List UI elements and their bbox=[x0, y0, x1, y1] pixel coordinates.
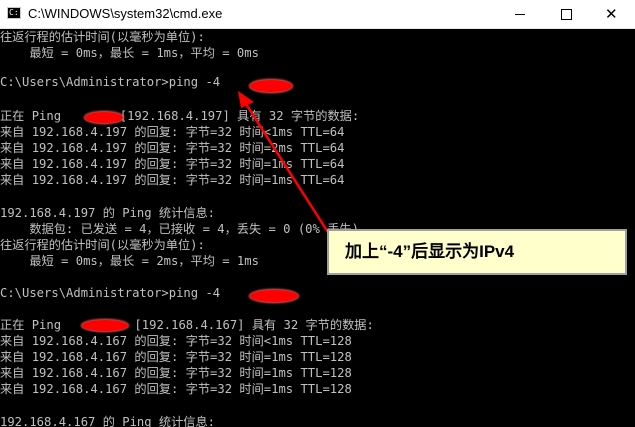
console-line: 往返行程的估计时间(以毫秒为单位): bbox=[0, 238, 205, 252]
console-line: 来自 192.168.4.197 的回复: 字节=32 时间=1ms TTL=6… bbox=[0, 173, 345, 187]
console-line: 往返行程的估计时间(以毫秒为单位): bbox=[0, 30, 205, 44]
redaction-mark bbox=[250, 290, 298, 302]
console-line: 来自 192.168.4.197 的回复: 字节=32 时间=1ms TTL=6… bbox=[0, 157, 345, 171]
close-button[interactable]: ✕ bbox=[589, 0, 635, 29]
maximize-icon bbox=[561, 9, 572, 20]
redaction-mark bbox=[85, 112, 123, 123]
close-icon: ✕ bbox=[605, 5, 618, 23]
console-line: C:\Users\Administrator>ping -4 bbox=[0, 75, 228, 89]
console-line: 来自 192.168.4.167 的回复: 字节=32 时间=1ms TTL=1… bbox=[0, 350, 352, 364]
redaction-mark bbox=[250, 80, 292, 92]
redaction-mark bbox=[82, 320, 128, 331]
title-bar[interactable]: C: C:\WINDOWS\system32\cmd.exe ✕ bbox=[0, 0, 635, 29]
console-output[interactable]: 往返行程的估计时间(以毫秒为单位): 最短 = 0ms，最长 = 1ms，平均 … bbox=[0, 29, 635, 427]
cmd-icon: C: bbox=[7, 7, 21, 19]
console-line: 数据包: 已发送 = 4，已接收 = 4，丢失 = 0 (0% 丢失)， bbox=[0, 222, 372, 236]
cmd-window: C: C:\WINDOWS\system32\cmd.exe ✕ 往返行程的估计… bbox=[0, 0, 635, 427]
console-line: 来自 192.168.4.167 的回复: 字节=32 时间<1ms TTL=1… bbox=[0, 334, 352, 348]
console-line: C:\Users\Administrator>ping -4 bbox=[0, 286, 228, 300]
console-line: 来自 192.168.4.167 的回复: 字节=32 时间=1ms TTL=1… bbox=[0, 366, 352, 380]
console-line: 192.168.4.167 的 Ping 统计信息: bbox=[0, 415, 216, 427]
annotation-text: 加上“-4”后显示为IPv4 bbox=[345, 242, 515, 261]
maximize-button[interactable] bbox=[543, 0, 589, 29]
console-line: 最短 = 0ms，最长 = 1ms，平均 = 0ms bbox=[0, 46, 259, 60]
console-line: 来自 192.168.4.167 的回复: 字节=32 时间=1ms TTL=1… bbox=[0, 382, 352, 396]
window-title: C:\WINDOWS\system32\cmd.exe bbox=[28, 6, 223, 21]
annotation-callout: 加上“-4”后显示为IPv4 bbox=[327, 229, 627, 275]
console-line: 来自 192.168.4.197 的回复: 字节=32 时间=2ms TTL=6… bbox=[0, 141, 345, 155]
minimize-icon bbox=[515, 14, 525, 15]
console-line: 正在 Ping [192.168.4.167] 具有 32 字节的数据: bbox=[0, 318, 374, 332]
console-line: 最短 = 0ms，最长 = 2ms，平均 = 1ms bbox=[0, 254, 259, 268]
console-line: 192.168.4.197 的 Ping 统计信息: bbox=[0, 206, 216, 220]
console-line: 来自 192.168.4.197 的回复: 字节=32 时间<1ms TTL=6… bbox=[0, 125, 345, 139]
minimize-button[interactable] bbox=[497, 0, 543, 29]
console-line: 正在 Ping [192.168.4.197] 具有 32 字节的数据: bbox=[0, 109, 360, 123]
